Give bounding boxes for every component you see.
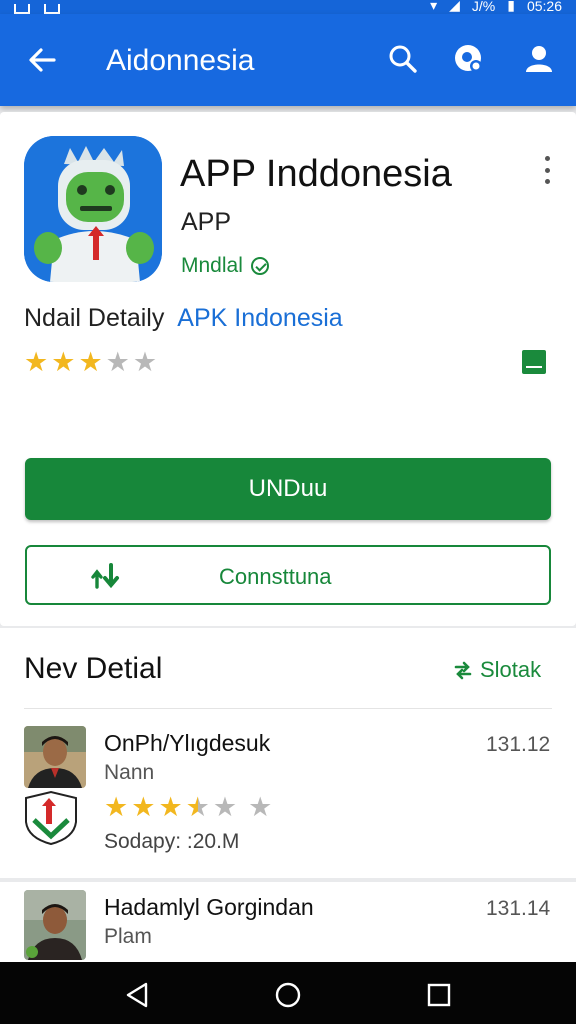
avatar[interactable] (24, 726, 86, 788)
star-empty-icon: ★ (212, 792, 238, 822)
notification-icon (14, 4, 30, 14)
review-rating-stars: ★ ★ ★ ★ ★ ★ (104, 793, 272, 821)
star-half-icon: ★ (185, 792, 210, 822)
signal-icon: ◢ (449, 0, 460, 13)
verified-icon (250, 257, 269, 275)
swap-icon (454, 661, 472, 680)
wifi-icon: ▾ (430, 0, 438, 13)
review-author: Hadamlyl Gorgindan (104, 894, 314, 920)
detail-line: Ndail Detaily APK Indonesia (24, 304, 343, 333)
app-name: APP Inddonesia (180, 153, 452, 195)
section-title: Nev Detial (24, 652, 163, 685)
detail-link[interactable]: APK Indonesia (177, 304, 342, 332)
detail-label: Ndail Detaily (24, 304, 165, 332)
review-subtitle: Plam (104, 925, 152, 948)
developer-link[interactable]: Mndlal (181, 254, 269, 278)
battery-icon: ▮ (507, 0, 515, 13)
star-full-icon: ★ (51, 347, 76, 377)
avatar[interactable] (24, 890, 86, 960)
star-full-icon: ★ (24, 347, 49, 377)
battery-label: J/% (471, 0, 496, 14)
image-icon (44, 4, 60, 14)
sync-arrows-icon (91, 563, 119, 589)
status-bar: ▾ ◢ J/% ▮ 05:26 (0, 0, 576, 14)
star-empty-icon: ★ (248, 792, 273, 822)
star-full-icon: ★ (131, 792, 156, 822)
star-full-icon: ★ (158, 792, 183, 822)
app-subtitle: APP (181, 208, 232, 236)
review-date: 131.14 (486, 897, 551, 920)
app-bar: Aidonnesia (0, 14, 576, 106)
install-button[interactable]: UNDuu (25, 458, 551, 520)
back-triangle-icon[interactable] (122, 980, 152, 1010)
review-subtitle: Nann (104, 761, 155, 784)
secondary-button-label: Connsttuna (219, 564, 332, 589)
system-nav-bar (0, 962, 576, 1024)
star-full-icon: ★ (104, 792, 129, 822)
account-icon[interactable] (522, 42, 556, 76)
bookmark-icon[interactable] (522, 350, 546, 374)
review-author: OnPh/Ylıgdesuk (104, 730, 271, 756)
star-empty-icon: ★ (105, 347, 130, 377)
app-rating-stars: ★ ★ ★ ★ ★ (24, 348, 157, 376)
star-empty-icon: ★ (132, 347, 158, 377)
recents-square-icon[interactable] (424, 980, 454, 1010)
more-options-icon[interactable] (542, 156, 552, 184)
review-meta: Sodapy: :20.M (104, 830, 240, 853)
arrow-left-icon[interactable] (26, 44, 58, 76)
star-full-icon: ★ (78, 347, 103, 377)
section-link-label: Slotak (480, 657, 542, 682)
home-circle-icon[interactable] (273, 980, 303, 1010)
review-date: 131.12 (486, 733, 551, 756)
app-icon[interactable] (24, 136, 162, 282)
app-bar-title: Aidonnesia (106, 44, 255, 77)
search-icon[interactable] (386, 42, 420, 76)
settings-search-icon[interactable] (452, 42, 486, 76)
developer-name: Mndlal (181, 254, 243, 277)
app-badge-icon (25, 790, 77, 846)
clock: 05:26 (526, 0, 562, 14)
section-link[interactable]: Slotak (452, 657, 541, 683)
divider (24, 708, 552, 709)
secondary-button[interactable]: Connsttuna (25, 545, 551, 605)
